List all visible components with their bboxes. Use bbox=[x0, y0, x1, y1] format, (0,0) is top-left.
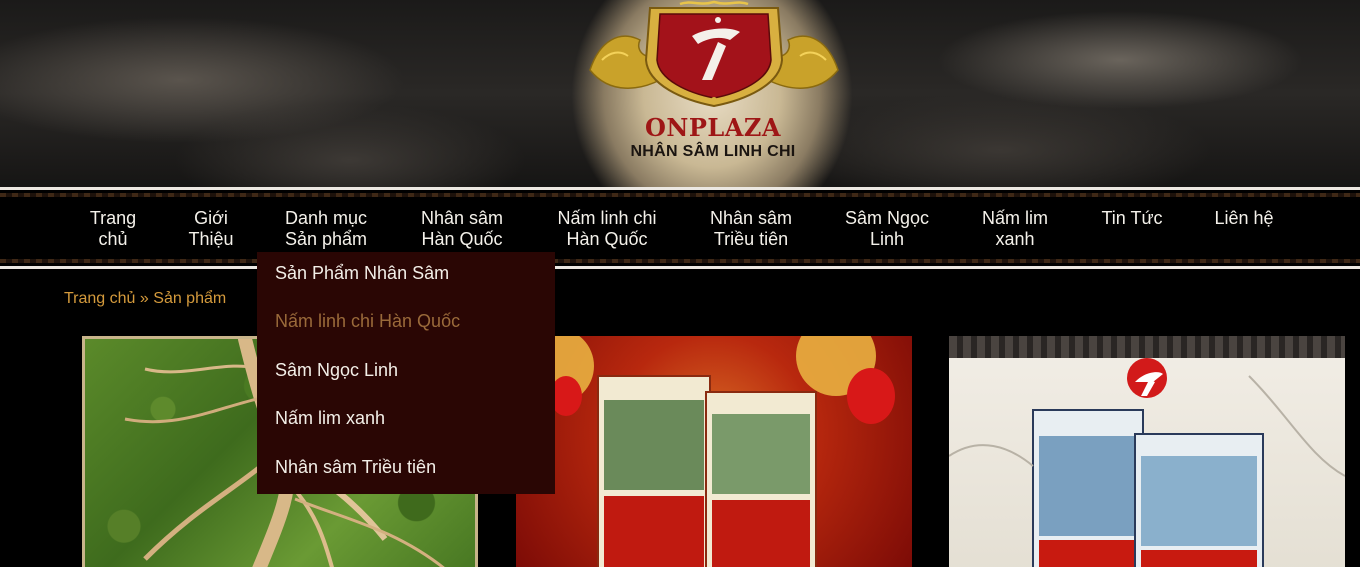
nav-label-line2: Hàn Quốc bbox=[566, 229, 648, 249]
nav-label-line2: Sản phẩm bbox=[284, 229, 368, 249]
nav-label-line1: Nấm linh chi bbox=[557, 208, 657, 228]
red-ginseng-gift-boxes bbox=[518, 336, 895, 567]
nav-item-about[interactable]: Giới Thiệu bbox=[180, 208, 242, 250]
product-image-korean-ginseng-tins[interactable] bbox=[949, 336, 1345, 567]
dropdown-item-north-korean-ginseng[interactable]: Nhân sâm Triều tiên bbox=[275, 457, 436, 478]
breadcrumb-separator: » bbox=[139, 290, 149, 307]
nav-item-home[interactable]: Trang chủ bbox=[82, 208, 144, 250]
nav-label-line1: Liên hệ bbox=[1214, 208, 1274, 228]
breadcrumb-current: Sản phẩm bbox=[153, 290, 227, 307]
dropdown-item-ngoc-linh-ginseng[interactable]: Sâm Ngọc Linh bbox=[275, 360, 398, 381]
nav-item-product-categories[interactable]: Danh mục Sản phẩm bbox=[276, 208, 376, 250]
nav-item-green-lim-mushroom[interactable]: Nấm lim xanh bbox=[974, 208, 1056, 250]
nav-label-line1: Sâm Ngọc bbox=[844, 208, 930, 228]
nav-label-line1: Trang bbox=[89, 208, 137, 228]
brand-name: ONPLAZA bbox=[644, 113, 782, 142]
nav-label-line2: chủ bbox=[98, 229, 128, 249]
header-banner: ONPLAZA NHÂN SÂM LINH CHI bbox=[0, 0, 1360, 187]
nav-item-contact[interactable]: Liên hệ bbox=[1206, 208, 1282, 229]
nav-item-news[interactable]: Tin Tức bbox=[1092, 208, 1172, 229]
nav-label-line1: Nhân sâm bbox=[420, 208, 504, 228]
breadcrumb: Trang chủ » Sản phẩm bbox=[64, 290, 226, 308]
nav-label-line2: Linh bbox=[869, 229, 905, 249]
onplaza-crest-logo[interactable] bbox=[580, 0, 848, 110]
brand-tagline: NHÂN SÂM LINH CHI bbox=[630, 143, 796, 160]
nav-item-korean-ginseng[interactable]: Nhân sâm Hàn Quốc bbox=[412, 208, 512, 250]
nav-label-line1: Giới bbox=[194, 208, 228, 228]
dropdown-item-green-lim-mushroom[interactable]: Nấm lim xanh bbox=[275, 408, 385, 429]
nav-item-korean-lingzhi[interactable]: Nấm linh chi Hàn Quốc bbox=[548, 208, 666, 250]
nav-label-line2: Thiệu bbox=[188, 229, 234, 249]
nav-label-line1: Nấm lim bbox=[982, 208, 1048, 228]
product-categories-dropdown: Sản Phẩm Nhân Sâm Nấm linh chi Hàn Quốc … bbox=[257, 252, 555, 494]
nav-label-line1: Tin Tức bbox=[1101, 208, 1163, 228]
main-nav: Trang chủ Giới Thiệu Danh mục Sản phẩm N… bbox=[0, 187, 1360, 269]
nav-label-line1: Nhân sâm bbox=[709, 208, 793, 228]
breadcrumb-home-link[interactable]: Trang chủ bbox=[64, 290, 135, 307]
dropdown-item-korean-lingzhi[interactable]: Nấm linh chi Hàn Quốc bbox=[275, 311, 460, 332]
nav-label-line2: Triều tiên bbox=[713, 229, 789, 249]
nav-item-ngoc-linh-ginseng[interactable]: Sâm Ngọc Linh bbox=[836, 208, 938, 250]
dropdown-item-ginseng-products[interactable]: Sản Phẩm Nhân Sâm bbox=[275, 263, 449, 284]
ginseng-tin-boxes bbox=[949, 358, 1345, 567]
nav-label-line1: Danh mục bbox=[284, 208, 368, 228]
product-image-korean-red-ginseng[interactable] bbox=[516, 336, 912, 567]
nav-item-north-korean-ginseng[interactable]: Nhân sâm Triều tiên bbox=[700, 208, 802, 250]
nav-label-line2: xanh bbox=[995, 229, 1035, 249]
nav-label-line2: Hàn Quốc bbox=[421, 229, 503, 249]
